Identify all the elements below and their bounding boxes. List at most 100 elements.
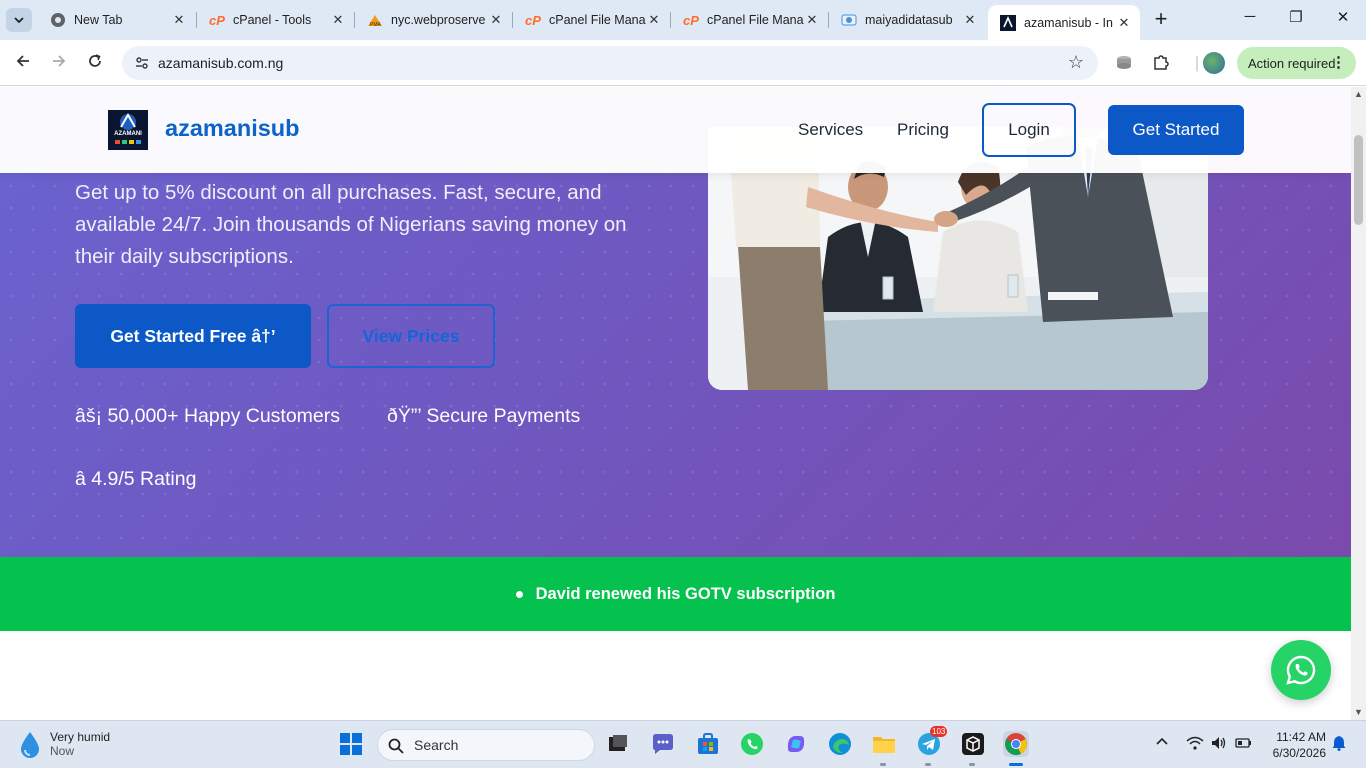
app-cube-icon[interactable] bbox=[960, 731, 986, 757]
minimize-icon[interactable]: ─ bbox=[1240, 8, 1260, 25]
svg-text:PMA: PMA bbox=[370, 22, 382, 28]
chrome-taskbar-icon[interactable] bbox=[1003, 731, 1029, 757]
get-started-free-button[interactable]: Get Started Free â†’ bbox=[75, 304, 311, 368]
copilot-icon[interactable] bbox=[783, 731, 809, 757]
tab-title: nyc.webproserve bbox=[391, 13, 486, 27]
get-started-button[interactable]: Get Started bbox=[1108, 105, 1244, 155]
whatsapp-icon bbox=[1286, 655, 1316, 685]
hero-description: Get up to 5% discount on all purchases. … bbox=[75, 181, 627, 268]
show-hidden-icons-chevron-icon[interactable] bbox=[1155, 735, 1169, 752]
restore-icon[interactable]: ❐ bbox=[1286, 8, 1306, 26]
cpanel-icon: cP bbox=[525, 12, 541, 28]
taskbar-search[interactable]: Search bbox=[377, 729, 595, 761]
file-explorer-icon[interactable] bbox=[871, 731, 897, 757]
azamani-icon bbox=[1000, 14, 1016, 31]
nav-services[interactable]: Services bbox=[798, 120, 863, 140]
running-indicator bbox=[925, 763, 931, 766]
view-prices-button[interactable]: View Prices bbox=[327, 304, 495, 368]
weather-widget[interactable]: Very humid Now bbox=[16, 729, 110, 759]
windows-taskbar: Very humid Now Search 103 11:42 AM 6/30/… bbox=[0, 720, 1366, 768]
close-icon[interactable]: ✕ bbox=[171, 12, 187, 28]
tab-new-tab[interactable]: New Tab ✕ bbox=[38, 6, 195, 34]
tab-cpanel-file-manager-2[interactable]: cP cPanel File Mana ✕ bbox=[671, 6, 828, 34]
menu-dots-icon[interactable]: ⋮ bbox=[1331, 53, 1346, 71]
running-indicator bbox=[880, 763, 886, 766]
bookmark-star-icon[interactable]: ☆ bbox=[1068, 52, 1084, 73]
wifi-icon[interactable] bbox=[1186, 735, 1204, 754]
tab-phpmyadmin[interactable]: PMA nyc.webproserve ✕ bbox=[355, 6, 512, 34]
chrome-icon bbox=[50, 12, 66, 28]
site-logo[interactable]: AZAMANI bbox=[108, 110, 148, 150]
site-icon bbox=[841, 12, 857, 28]
stat-secure-payments: ðŸ”’ Secure Payments bbox=[387, 405, 581, 427]
close-icon[interactable]: ✕ bbox=[1116, 15, 1132, 31]
stat-happy-customers: âš¡ 50,000+ Happy Customers bbox=[75, 405, 341, 427]
forward-icon[interactable] bbox=[48, 52, 70, 74]
tab-azamanisub[interactable]: azamanisub - In ✕ bbox=[988, 5, 1140, 40]
close-icon[interactable]: ✕ bbox=[646, 12, 662, 28]
cpanel-icon: cP bbox=[209, 12, 225, 28]
extension-icon[interactable] bbox=[1114, 52, 1134, 77]
tab-title: cPanel File Mana bbox=[707, 13, 804, 27]
cpanel-icon: cP bbox=[683, 12, 699, 28]
humidity-drop-icon bbox=[21, 732, 39, 758]
extensions-puzzle-icon[interactable] bbox=[1151, 52, 1171, 77]
browser-toolbar: azamanisub.com.ng ☆ | bbox=[0, 40, 1366, 86]
volume-icon[interactable] bbox=[1210, 735, 1228, 754]
ticker-text: David renewed his GOTV subscription bbox=[535, 584, 836, 603]
telegram-badge: 103 bbox=[930, 726, 948, 737]
nav-pricing[interactable]: Pricing bbox=[897, 120, 949, 140]
clock-time: 11:42 AM bbox=[1276, 730, 1326, 744]
task-view-icon[interactable] bbox=[605, 731, 631, 757]
address-bar[interactable]: azamanisub.com.ng ☆ bbox=[122, 46, 1098, 80]
new-tab-button[interactable]: + bbox=[1150, 8, 1172, 32]
window-close-icon[interactable]: ✕ bbox=[1333, 8, 1353, 26]
activity-ticker: David renewed his GOTV subscription bbox=[0, 557, 1351, 631]
close-icon[interactable]: ✕ bbox=[488, 12, 504, 28]
telegram-icon[interactable]: 103 bbox=[916, 726, 948, 757]
weather-subtitle: Now bbox=[50, 744, 75, 758]
profile-avatar[interactable] bbox=[1203, 52, 1225, 74]
stat-rating: â­ 4.9/5 Rating bbox=[75, 468, 197, 490]
reload-icon[interactable] bbox=[84, 52, 106, 74]
page-scrollbar[interactable]: ▲ ▼ bbox=[1351, 87, 1366, 720]
chat-icon[interactable] bbox=[650, 731, 676, 757]
running-indicator bbox=[969, 763, 975, 766]
battery-icon[interactable] bbox=[1235, 735, 1253, 754]
url-text[interactable]: azamanisub.com.ng bbox=[158, 55, 283, 71]
search-placeholder: Search bbox=[414, 737, 459, 753]
login-button[interactable]: Login bbox=[982, 103, 1076, 157]
close-icon[interactable]: ✕ bbox=[330, 12, 346, 28]
system-clock[interactable]: 11:42 AM 6/30/2026 bbox=[1262, 729, 1326, 761]
web-page: Get up to 5% discount on all purchases. … bbox=[0, 87, 1351, 720]
tab-title: maiyadidatasub bbox=[865, 13, 953, 27]
tab-cpanel-tools[interactable]: cP cPanel - Tools ✕ bbox=[197, 6, 354, 34]
notification-bell-icon[interactable] bbox=[1332, 735, 1346, 754]
tab-title: cPanel File Mana bbox=[549, 13, 646, 27]
tab-strip: New Tab ✕ cP cPanel - Tools ✕ PMA nyc.we… bbox=[0, 0, 1366, 40]
tab-title: azamanisub - In bbox=[1024, 15, 1113, 30]
whatsapp-taskbar-icon[interactable] bbox=[739, 731, 765, 757]
close-icon[interactable]: ✕ bbox=[804, 12, 820, 28]
windows-start-icon[interactable] bbox=[338, 731, 364, 757]
phpmyadmin-icon: PMA bbox=[367, 12, 383, 28]
back-icon[interactable] bbox=[12, 52, 34, 74]
site-settings-icon[interactable] bbox=[134, 55, 150, 76]
edge-icon[interactable] bbox=[827, 731, 853, 757]
weather-title: Very humid bbox=[50, 730, 111, 744]
scroll-up-icon[interactable]: ▲ bbox=[1354, 89, 1363, 99]
whatsapp-chat-button[interactable] bbox=[1271, 640, 1331, 700]
tab-title: New Tab bbox=[74, 13, 123, 27]
brand-name[interactable]: azamanisub bbox=[165, 115, 300, 142]
close-icon[interactable]: ✕ bbox=[962, 12, 978, 28]
search-icon bbox=[388, 738, 404, 754]
tab-search-button[interactable] bbox=[6, 8, 32, 32]
action-required-button[interactable]: Action required ⋮ bbox=[1237, 47, 1356, 79]
scroll-down-icon[interactable]: ▼ bbox=[1354, 707, 1363, 717]
clock-date: 6/30/2026 bbox=[1272, 746, 1326, 760]
chevron-down-icon bbox=[14, 17, 24, 24]
microsoft-store-icon[interactable] bbox=[695, 731, 721, 757]
tab-cpanel-file-manager-1[interactable]: cP cPanel File Mana ✕ bbox=[513, 6, 670, 34]
scrollbar-thumb[interactable] bbox=[1354, 135, 1363, 225]
tab-maiyadidatasub[interactable]: maiyadidatasub ✕ bbox=[829, 6, 986, 34]
